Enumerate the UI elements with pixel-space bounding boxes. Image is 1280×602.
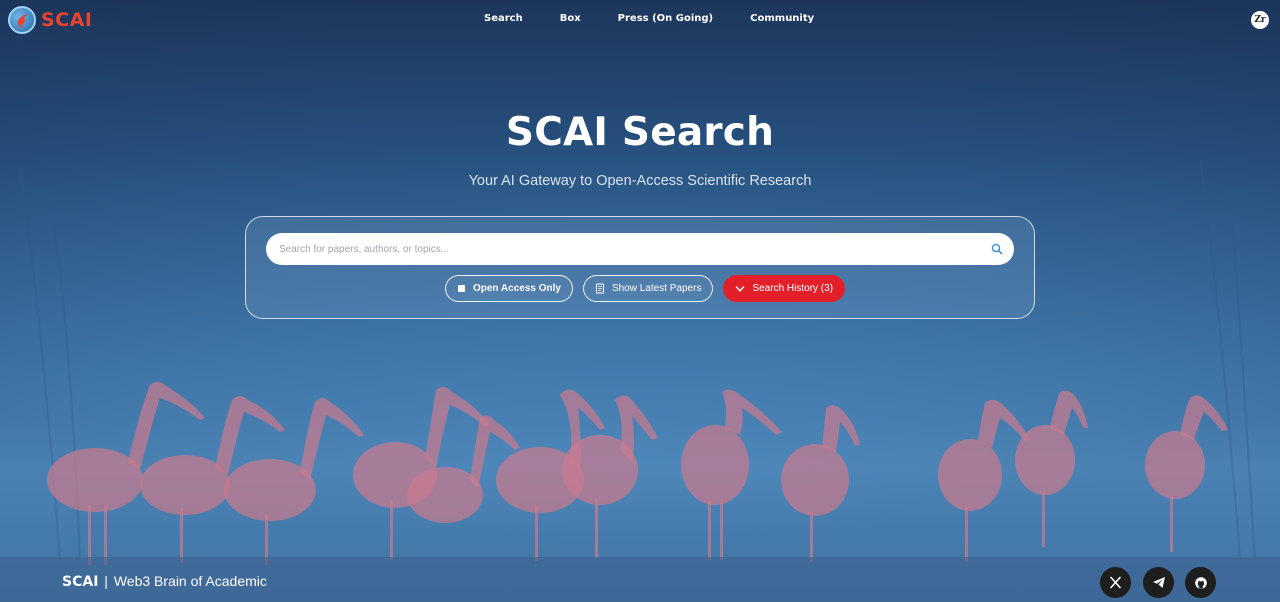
nav-item-search[interactable]: Search	[484, 13, 523, 24]
show-latest-papers-button[interactable]: Show Latest Papers	[582, 275, 714, 302]
footer-tagline: Web3 Brain of Academic	[113, 573, 267, 589]
telegram-icon	[1152, 577, 1165, 588]
document-icon	[595, 283, 605, 294]
open-access-toggle[interactable]: Open Access Only	[444, 275, 573, 302]
checkbox-icon[interactable]	[457, 284, 466, 293]
search-icon[interactable]	[990, 242, 1004, 256]
brand-name: SCAI	[41, 9, 93, 31]
open-access-label: Open Access Only	[472, 283, 561, 294]
search-filters: Open Access Only Show Latest Papers Sear…	[246, 275, 1036, 302]
nav-item-press[interactable]: Press (On Going)	[618, 13, 713, 24]
x-social-link[interactable]	[1100, 567, 1131, 598]
x-icon	[1110, 576, 1121, 589]
page-title: SCAI Search	[505, 110, 775, 155]
footer: SCAI | Web3 Brain of Academic	[0, 557, 1280, 602]
nav-item-community[interactable]: Community	[750, 13, 814, 24]
user-avatar[interactable]: Zr	[1251, 11, 1269, 29]
search-history-label: Search History (3)	[752, 283, 834, 294]
show-latest-papers-label: Show Latest Papers	[611, 283, 702, 294]
search-box	[266, 233, 1014, 265]
page-subtitle: Your AI Gateway to Open-Access Scientifi…	[468, 173, 812, 189]
ibis-logo-icon	[8, 6, 36, 34]
github-icon	[1194, 576, 1207, 589]
search-input[interactable]	[279, 243, 979, 255]
footer-separator: |	[104, 573, 108, 589]
top-navbar: SCAI Search Box Press (On Going) Communi…	[0, 0, 1280, 40]
main-nav: Search Box Press (On Going) Community	[484, 13, 814, 24]
brand-logo[interactable]: SCAI	[8, 6, 92, 34]
footer-brand-name: SCAI	[62, 574, 99, 590]
footer-brand: SCAI | Web3 Brain of Academic	[62, 573, 267, 590]
search-history-button[interactable]: Search History (3)	[723, 275, 846, 302]
nav-item-box[interactable]: Box	[560, 13, 581, 24]
search-panel: Open Access Only Show Latest Papers Sear…	[245, 216, 1035, 319]
github-social-link[interactable]	[1185, 567, 1216, 598]
telegram-social-link[interactable]	[1143, 567, 1174, 598]
chevron-down-icon	[735, 285, 745, 293]
